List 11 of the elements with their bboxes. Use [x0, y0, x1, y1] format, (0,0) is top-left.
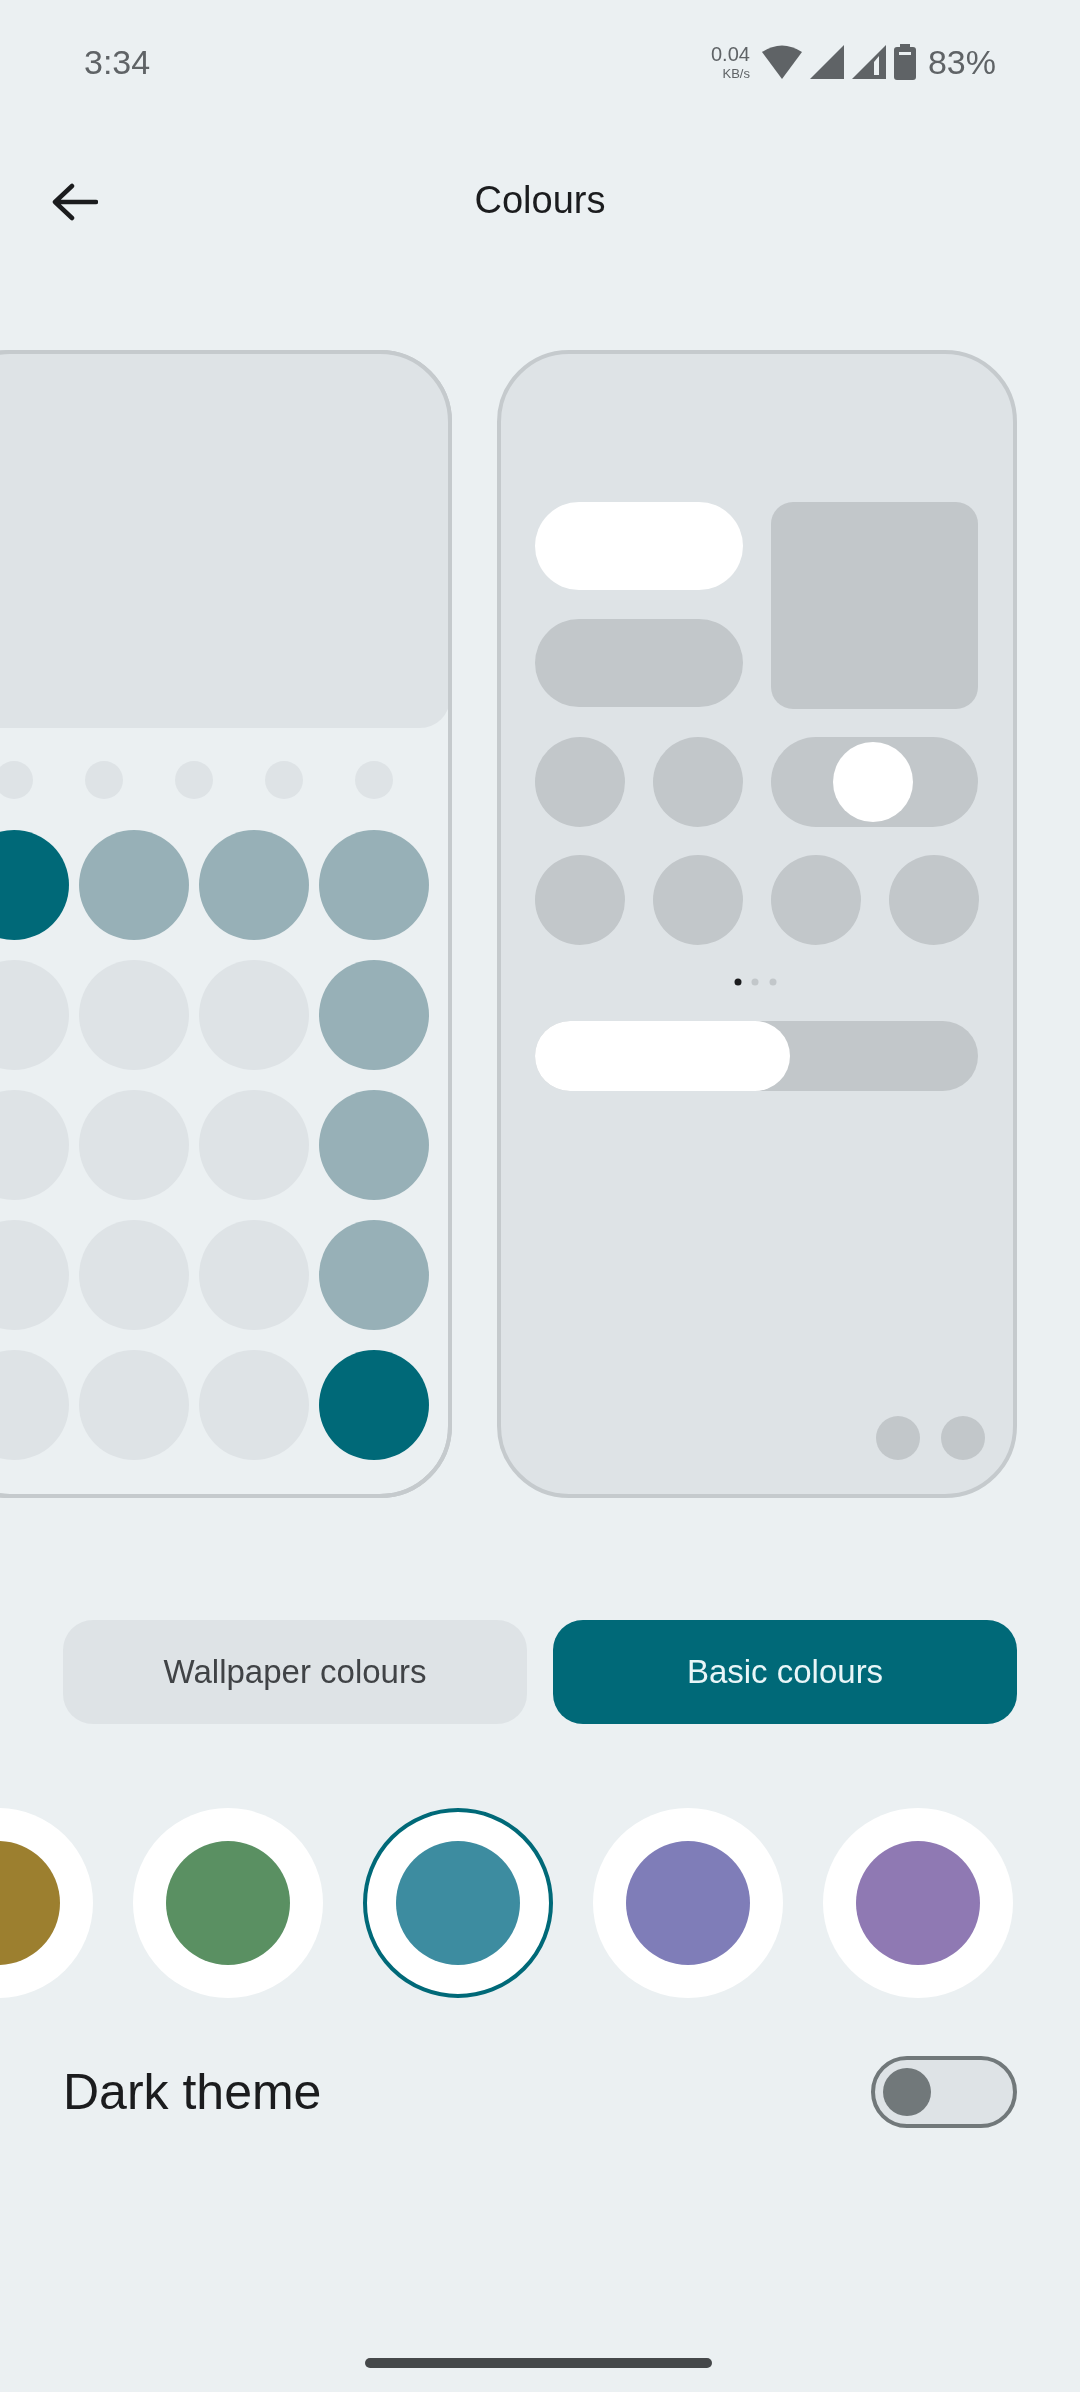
wifi-icon: [761, 45, 802, 79]
network-speed: 0.04 KB/s: [711, 44, 750, 80]
colour-source-tab[interactable]: Basic colours: [553, 1620, 1017, 1724]
signal-icon: [851, 45, 886, 79]
battery-percent: 83%: [927, 42, 996, 82]
dark-theme-label: Dark theme: [63, 2063, 322, 2121]
battery-icon: [893, 44, 916, 80]
status-time: 3:34: [84, 42, 151, 82]
colour-source-tab[interactable]: Wallpaper colours: [63, 1620, 527, 1724]
page-title: Colours: [474, 178, 606, 222]
signal-icon: [809, 45, 844, 79]
